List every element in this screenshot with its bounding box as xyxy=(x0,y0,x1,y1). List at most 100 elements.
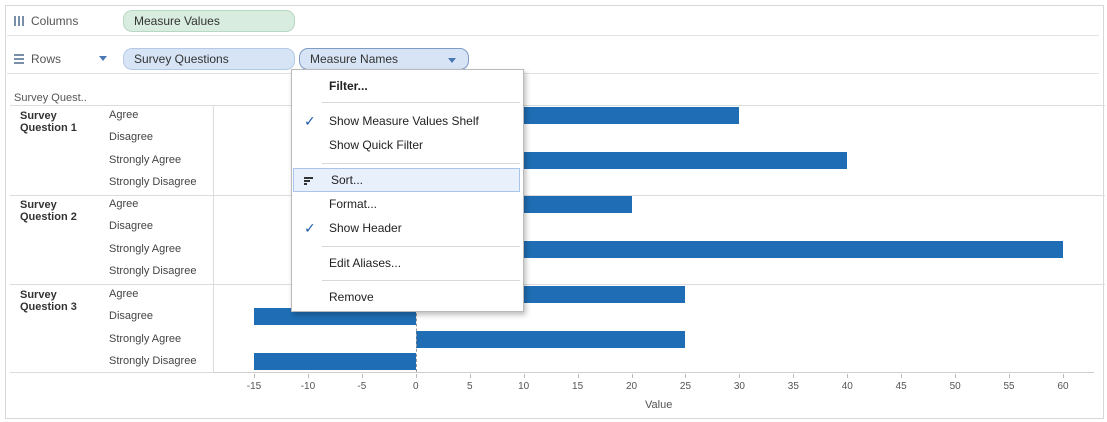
menu-item-show-quick-filter[interactable]: Show Quick Filter xyxy=(292,133,523,157)
x-axis-line xyxy=(214,372,1094,373)
menu-item-format[interactable]: Format... xyxy=(292,192,523,216)
menu-separator xyxy=(322,163,520,164)
x-tick-label: -10 xyxy=(300,381,316,392)
group-header-1[interactable]: Survey Question 1 xyxy=(20,110,77,134)
x-tick-label: 55 xyxy=(1003,381,1015,392)
category-label[interactable]: Strongly Agree xyxy=(109,154,181,166)
x-tick xyxy=(254,374,255,378)
columns-shelf-label-group: Columns xyxy=(13,14,78,28)
check-icon: ✓ xyxy=(304,112,316,129)
x-axis-title: Value xyxy=(645,399,673,411)
x-tick-label: 35 xyxy=(787,381,799,392)
x-tick xyxy=(361,374,363,378)
x-tick-label: 25 xyxy=(679,381,692,392)
survey-questions-pill[interactable]: Survey Questions xyxy=(123,48,295,70)
measure-names-pill-label: Measure Names xyxy=(310,52,399,66)
category-label[interactable]: Disagree xyxy=(109,310,153,322)
x-tick-label: -5 xyxy=(357,381,367,392)
group-header-3-line1: Survey xyxy=(20,289,57,301)
columns-icon xyxy=(14,16,24,26)
header-divider xyxy=(10,105,1105,106)
x-tick xyxy=(847,374,849,378)
rows-shelf[interactable]: Rows Survey Questions Measure Names xyxy=(7,46,1099,74)
x-tick xyxy=(631,374,633,378)
group-header-3-line2: Question 3 xyxy=(20,301,77,313)
check-icon: ✓ xyxy=(304,219,316,236)
menu-item-show-header-label: Show Header xyxy=(329,221,402,235)
menu-item-sort[interactable]: Sort... xyxy=(293,168,520,192)
category-label[interactable]: Agree xyxy=(109,109,138,121)
rows-shelf-dropdown-icon[interactable] xyxy=(99,56,107,61)
menu-item-show-measure-values-shelf-label: Show Measure Values Shelf xyxy=(329,114,479,128)
bar-mark[interactable] xyxy=(415,330,686,348)
menu-item-remove-label: Remove xyxy=(329,290,374,304)
rows-icon xyxy=(14,54,24,64)
menu-item-edit-aliases-label: Edit Aliases... xyxy=(329,256,402,270)
x-tick xyxy=(685,374,687,378)
x-tick xyxy=(739,374,741,378)
x-tick-label: 40 xyxy=(841,381,853,392)
x-tick-label: 30 xyxy=(733,381,745,392)
menu-separator xyxy=(322,102,520,103)
menu-item-show-quick-filter-label: Show Quick Filter xyxy=(329,138,424,152)
category-label[interactable]: Strongly Disagree xyxy=(109,355,196,367)
x-tick xyxy=(577,374,579,378)
menu-item-format-label: Format... xyxy=(329,197,378,211)
menu-item-remove[interactable]: Remove xyxy=(292,285,523,309)
x-tick-label: 50 xyxy=(949,381,961,392)
menu-item-filter[interactable]: Filter... xyxy=(292,74,523,98)
group-divider-2 xyxy=(10,284,1105,285)
row-header-title: Survey Quest.. xyxy=(14,92,87,104)
x-tick-label: 15 xyxy=(572,381,584,392)
x-tick xyxy=(415,374,417,378)
x-tick xyxy=(469,374,471,378)
columns-shelf[interactable]: Columns Measure Values xyxy=(7,8,1099,36)
measure-names-pill[interactable]: Measure Names xyxy=(299,48,469,70)
sort-icon xyxy=(304,177,313,185)
category-label[interactable]: Disagree xyxy=(109,220,153,232)
x-tick xyxy=(307,374,309,378)
x-tick-label: 0 xyxy=(413,381,419,392)
menu-item-sort-label: Sort... xyxy=(331,173,364,187)
category-label[interactable]: Strongly Disagree xyxy=(109,176,196,188)
category-label[interactable]: Disagree xyxy=(109,131,153,143)
bar-mark[interactable] xyxy=(254,352,416,370)
x-tick xyxy=(793,374,795,378)
group-header-2-line1: Survey xyxy=(20,199,57,211)
category-label[interactable]: Agree xyxy=(109,198,138,210)
x-tick xyxy=(1009,374,1011,378)
x-tick xyxy=(901,374,903,378)
menu-item-edit-aliases[interactable]: Edit Aliases... xyxy=(292,251,523,275)
rows-shelf-label-group: Rows xyxy=(13,52,61,66)
menu-item-filter-label: Filter... xyxy=(329,79,368,93)
group-header-1-line2: Question 1 xyxy=(20,122,77,134)
measure-values-pill[interactable]: Measure Values xyxy=(123,10,295,32)
x-tick xyxy=(1063,374,1064,378)
category-label[interactable]: Strongly Agree xyxy=(109,243,181,255)
group-header-3[interactable]: Survey Question 3 xyxy=(20,289,77,313)
x-tick-label: 10 xyxy=(518,381,530,392)
x-tick-label: 60 xyxy=(1057,381,1069,392)
x-tick-label: 45 xyxy=(895,381,907,392)
group-header-2[interactable]: Survey Question 2 xyxy=(20,199,77,223)
measure-names-dropdown-icon[interactable] xyxy=(448,58,456,63)
x-tick xyxy=(523,374,525,378)
group-header-1-line1: Survey xyxy=(20,110,57,122)
pane-divider xyxy=(213,105,214,372)
x-tick-label: -15 xyxy=(246,381,262,392)
x-tick-label: 5 xyxy=(466,381,473,392)
group-divider-3 xyxy=(10,372,214,373)
menu-separator xyxy=(322,246,520,247)
category-label[interactable]: Agree xyxy=(109,288,138,300)
columns-shelf-label: Columns xyxy=(31,14,79,28)
menu-item-show-header[interactable]: ✓ Show Header xyxy=(292,216,523,240)
x-tick xyxy=(955,374,957,378)
measure-names-context-menu: Filter... ✓ Show Measure Values Shelf Sh… xyxy=(291,69,524,312)
menu-separator xyxy=(322,280,520,281)
group-header-2-line2: Question 2 xyxy=(20,211,77,223)
menu-item-show-measure-values-shelf[interactable]: ✓ Show Measure Values Shelf xyxy=(292,109,523,133)
category-label[interactable]: Strongly Agree xyxy=(109,333,181,345)
x-tick-label: 20 xyxy=(625,381,638,392)
rows-shelf-label: Rows xyxy=(31,52,62,66)
category-label[interactable]: Strongly Disagree xyxy=(109,265,196,277)
